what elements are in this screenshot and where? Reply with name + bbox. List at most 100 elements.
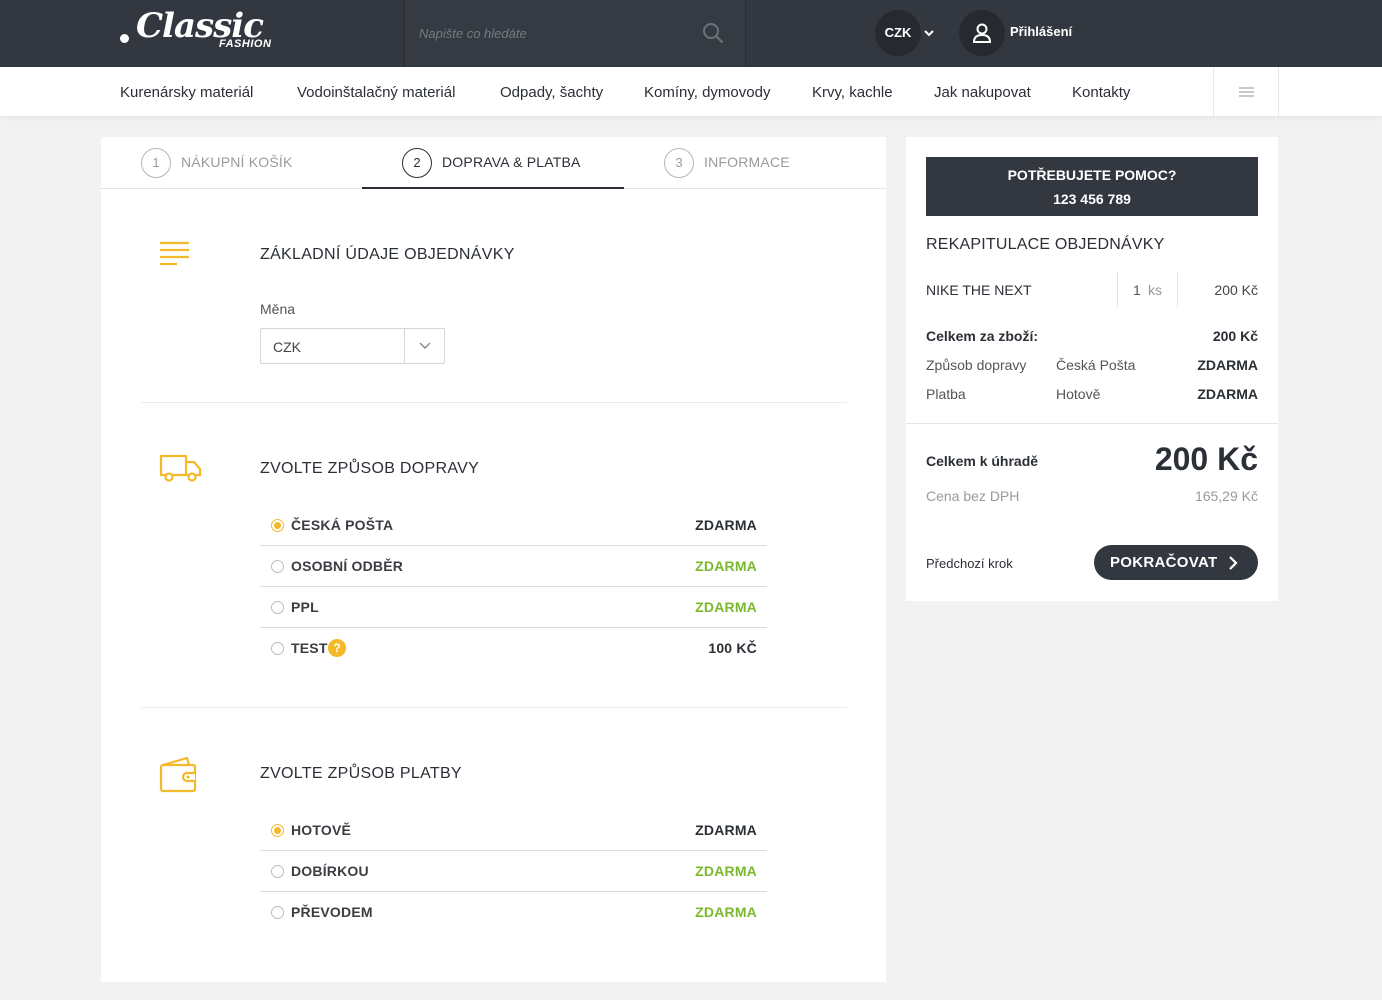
option-price: ZDARMA	[695, 904, 757, 920]
payment-option-prevodem[interactable]: PŘEVODEM ZDARMA	[260, 892, 767, 933]
nav-item-jak-nakupovat[interactable]: Jak nakupovat	[934, 84, 1031, 101]
summary-item-row: NIKE THE NEXT 1 ks 200 Kč	[926, 271, 1258, 307]
search-icon[interactable]	[701, 21, 725, 45]
select-arrow[interactable]	[404, 329, 444, 363]
option-name: OSOBNÍ ODBĚR	[291, 558, 404, 574]
item-unit: ks	[1148, 282, 1162, 298]
section-title-shipping: ZVOLTE ZPŮSOB DOPRAVY	[260, 460, 480, 477]
radio-selected[interactable]	[271, 824, 284, 837]
step-information[interactable]: 3 INFORMACE	[664, 137, 884, 189]
payment-summary-label: Platba	[926, 386, 966, 402]
radio-selected[interactable]	[271, 519, 284, 532]
radio[interactable]	[271, 601, 284, 614]
radio[interactable]	[271, 865, 284, 878]
shipping-option-ceska-posta[interactable]: ČESKÁ POŠTA ZDARMA	[260, 505, 767, 546]
section-divider	[141, 402, 847, 403]
menu-icon[interactable]	[1213, 67, 1279, 117]
section-title-basic: ZÁKLADNÍ ÚDAJE OBJEDNÁVKY	[260, 246, 515, 263]
total-value: 200 Kč	[1154, 441, 1258, 477]
no-vat-value: 165,29 Kč	[1194, 488, 1258, 504]
payment-summary-price: ZDARMA	[1197, 386, 1258, 402]
item-price: 200 Kč	[1214, 282, 1258, 298]
nav-item-kominy[interactable]: Komíny, dymovody	[644, 84, 770, 101]
top-bar: Classic FASHION CZK Přihlášení	[0, 0, 1382, 67]
shipping-options: ČESKÁ POŠTA ZDARMA OSOBNÍ ODBĚR ZDARMA P…	[260, 505, 767, 669]
nav-item-vodoinstalacny[interactable]: Vodoinštalačný materiál	[297, 84, 455, 101]
help-phone[interactable]: 123 456 789	[926, 191, 1258, 207]
shipping-option-ppl[interactable]: PPL ZDARMA	[260, 587, 767, 628]
search-input[interactable]	[405, 0, 695, 67]
payment-summary-method: Hotově	[1056, 386, 1101, 402]
help-icon[interactable]: ?	[328, 639, 346, 657]
radio[interactable]	[271, 560, 284, 573]
shipping-option-osobni-odber[interactable]: OSOBNÍ ODBĚR ZDARMA	[260, 546, 767, 587]
item-name: NIKE THE NEXT	[926, 282, 1032, 298]
step-number: 3	[664, 148, 694, 178]
login-link[interactable]: Přihlášení	[1010, 24, 1072, 39]
goods-total-value: 200 Kč	[1212, 328, 1258, 344]
continue-button[interactable]: POKRAČOVAT	[1094, 545, 1258, 580]
order-summary: POTŘEBUJETE POMOC? 123 456 789 REKAPITUL…	[906, 137, 1278, 601]
user-icon	[972, 23, 992, 43]
column-divider	[1117, 271, 1118, 307]
payment-option-hotove[interactable]: HOTOVĚ ZDARMA	[260, 810, 767, 851]
help-box[interactable]: POTŘEBUJETE POMOC? 123 456 789	[926, 157, 1258, 216]
step-cart[interactable]: 1 NÁKUPNÍ KOŠÍK	[141, 137, 361, 189]
currency-button[interactable]: CZK	[875, 10, 921, 56]
total-label: Celkem k úhradě	[926, 453, 1039, 469]
goods-total-label: Celkem za zboží:	[926, 328, 1039, 344]
nav-item-kontakty[interactable]: Kontakty	[1072, 84, 1130, 101]
option-price: ZDARMA	[695, 863, 757, 879]
chevron-right-icon	[1229, 556, 1238, 570]
recap-title: REKAPITULACE OBJEDNÁVKY	[926, 236, 1165, 253]
nav-item-krvy[interactable]: Krvy, kachle	[812, 84, 893, 101]
no-vat-label: Cena bez DPH	[926, 488, 1020, 504]
section-title-payment: ZVOLTE ZPŮSOB PLATBY	[260, 765, 462, 782]
help-title: POTŘEBUJETE POMOC?	[1007, 167, 1177, 183]
active-step-underline	[362, 187, 624, 189]
chevron-down-icon[interactable]	[922, 26, 936, 40]
logo[interactable]: Classic FASHION	[120, 6, 280, 58]
option-price: ZDARMA	[695, 558, 757, 574]
column-divider	[1177, 271, 1178, 307]
nav-item-kurenarsky[interactable]: Kurenársky materiál	[120, 84, 253, 101]
currency-select[interactable]: CZK	[260, 328, 445, 364]
option-price: 100 KČ	[708, 640, 757, 656]
wallet-icon	[159, 756, 197, 793]
logo-subtext: FASHION	[219, 38, 272, 50]
option-name: HOTOVĚ	[291, 822, 352, 838]
continue-label: POKRAČOVAT	[1110, 554, 1218, 571]
search-box	[404, 0, 746, 67]
logo-dot	[120, 34, 129, 43]
step-number: 1	[141, 148, 171, 178]
summary-divider	[906, 423, 1278, 424]
option-price: ZDARMA	[695, 599, 757, 615]
option-name: PŘEVODEM	[291, 904, 373, 920]
user-button[interactable]	[959, 10, 1005, 56]
checkout-panel: 1 NÁKUPNÍ KOŠÍK 2 DOPRAVA & PLATBA 3 INF…	[101, 137, 886, 982]
item-qty: 1	[1133, 282, 1141, 298]
radio[interactable]	[271, 642, 284, 655]
currency-label: Měna	[260, 301, 296, 317]
main-nav: Kurenársky materiál Vodoinštalačný mater…	[0, 67, 1382, 117]
step-label: NÁKUPNÍ KOŠÍK	[181, 154, 293, 170]
option-name: TEST	[291, 640, 328, 656]
radio[interactable]	[271, 906, 284, 919]
section-divider	[141, 707, 847, 708]
shipping-option-test[interactable]: TEST ? 100 KČ	[260, 628, 767, 669]
previous-step-link[interactable]: Předchozí krok	[926, 556, 1013, 571]
option-name: DOBÍRKOU	[291, 863, 369, 879]
currency-select-value: CZK	[273, 339, 301, 355]
nav-item-odpady[interactable]: Odpady, šachty	[500, 84, 603, 101]
option-price: ZDARMA	[695, 822, 757, 838]
option-name: PPL	[291, 599, 319, 615]
checkout-steps: 1 NÁKUPNÍ KOŠÍK 2 DOPRAVA & PLATBA 3 INF…	[101, 137, 886, 189]
step-label: INFORMACE	[704, 154, 790, 170]
list-icon	[160, 241, 189, 266]
step-shipping-payment[interactable]: 2 DOPRAVA & PLATBA	[402, 137, 622, 189]
option-price: ZDARMA	[695, 517, 757, 533]
option-name: ČESKÁ POŠTA	[291, 517, 394, 533]
shipping-summary-price: ZDARMA	[1197, 357, 1258, 373]
payment-options: HOTOVĚ ZDARMA DOBÍRKOU ZDARMA PŘEVODEM Z…	[260, 810, 767, 933]
payment-option-dobirkou[interactable]: DOBÍRKOU ZDARMA	[260, 851, 767, 892]
